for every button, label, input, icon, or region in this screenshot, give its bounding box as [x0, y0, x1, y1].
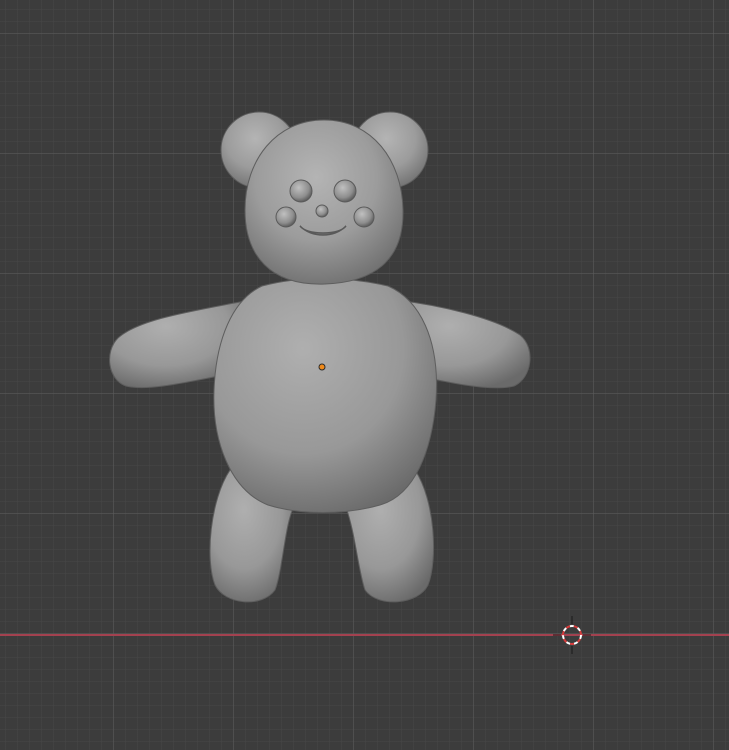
bear-model[interactable] [109, 111, 531, 603]
bear-head [244, 119, 404, 285]
bear-right-eye [333, 179, 357, 203]
3d-viewport[interactable] [0, 0, 729, 750]
object-origin-icon[interactable] [318, 363, 326, 371]
bear-left-cheek [275, 206, 297, 228]
3d-cursor-icon[interactable] [553, 616, 591, 654]
bear-torso [213, 278, 438, 513]
bear-left-eye [289, 179, 313, 203]
bear-right-cheek [353, 206, 375, 228]
scene-canvas[interactable] [0, 0, 729, 750]
bear-nose [315, 204, 329, 218]
